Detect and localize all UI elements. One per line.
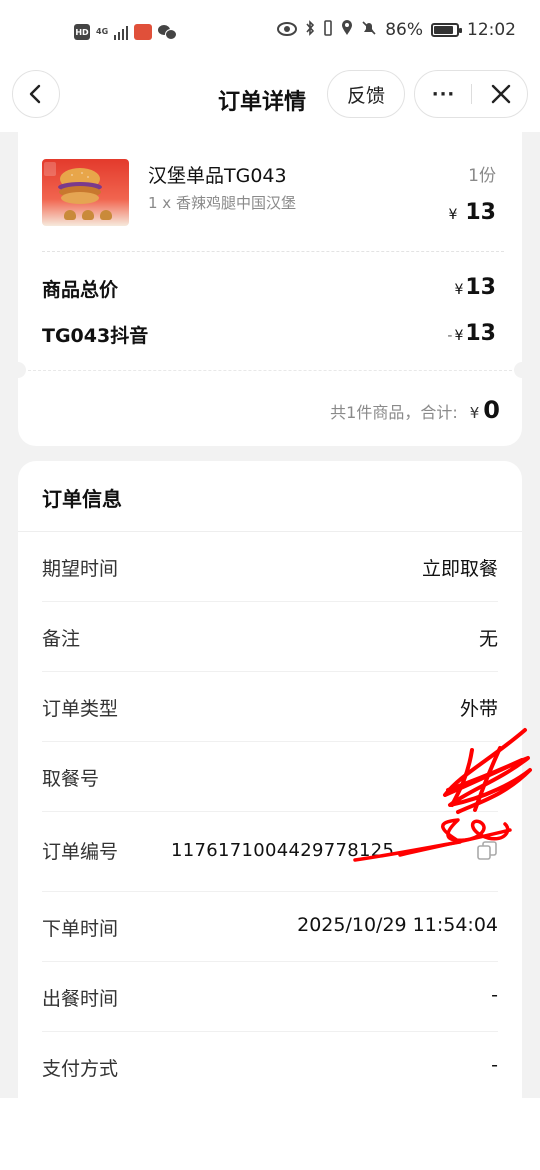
brand-badge xyxy=(44,162,56,176)
product-card: 汉堡单品TG043 1 x 香辣鸡腿中国汉堡 1份 ¥13 商品总价 ¥13 T… xyxy=(10,132,530,446)
goods-total-value: ¥13 xyxy=(454,275,496,300)
row-order-type: 订单类型 外带 xyxy=(42,672,498,742)
minus-sign: - xyxy=(447,328,453,344)
currency-symbol: ¥ xyxy=(454,282,464,298)
product-description: 1 x 香辣鸡腿中国汉堡 xyxy=(148,194,296,212)
discount-value: - ¥13 xyxy=(447,321,496,346)
vibrate-icon xyxy=(323,20,333,40)
wechat-icon xyxy=(158,24,178,40)
ticket-divider xyxy=(18,370,522,371)
order-number: 1176171004429778125 xyxy=(171,840,395,861)
order-info-card: 订单信息 期望时间 立即取餐 备注 无 订单类型 外带 取餐号 订单编号 117… xyxy=(18,461,522,1101)
order-total: 共1件商品，合计: ¥ 0 xyxy=(330,396,500,424)
total-amount: 0 xyxy=(483,396,500,424)
close-icon xyxy=(491,84,510,104)
row-value: 无 xyxy=(478,628,498,650)
row-value: - xyxy=(491,984,498,1006)
bluetooth-icon xyxy=(305,20,315,40)
row-label: 取餐号 xyxy=(42,768,100,790)
goods-total-label: 商品总价 xyxy=(42,279,119,301)
product-price-value: 13 xyxy=(465,200,496,225)
row-pickup-number: 取餐号 xyxy=(42,742,498,812)
battery-fill xyxy=(434,26,453,34)
mute-bell-icon xyxy=(361,20,377,40)
row-value: 2025/10/29 11:54:04 xyxy=(297,914,498,936)
row-value: - xyxy=(491,1054,498,1076)
row-expected-time: 期望时间 立即取餐 xyxy=(42,532,498,602)
location-icon xyxy=(341,20,353,40)
row-order-time: 下单时间 2025/10/29 11:54:04 xyxy=(42,892,498,962)
network-type: 4G xyxy=(96,27,109,36)
row-order-number: 订单编号 1176171004429778125 xyxy=(42,812,498,892)
mini-burger xyxy=(100,210,112,220)
copy-icon[interactable] xyxy=(476,840,498,862)
page-title: 订单详情 xyxy=(218,90,307,115)
product-price: ¥13 xyxy=(448,200,496,225)
chevron-left-icon xyxy=(29,84,41,104)
discount-amount: 13 xyxy=(465,321,496,346)
close-button[interactable] xyxy=(472,71,529,117)
currency-symbol: ¥ xyxy=(469,404,480,422)
signal-icon xyxy=(114,24,129,40)
row-value: 立即取餐 xyxy=(421,558,498,580)
row-label: 订单编号 xyxy=(42,841,119,863)
row-label: 出餐时间 xyxy=(42,988,119,1010)
battery-icon xyxy=(431,23,462,37)
status-right: 86% 12:02 xyxy=(277,20,516,40)
order-info-title: 订单信息 xyxy=(42,487,122,511)
row-value: 外带 xyxy=(459,698,498,720)
product-image xyxy=(42,159,129,226)
row-label: 下单时间 xyxy=(42,918,119,940)
status-bar: HD 4G 86% 12:02 xyxy=(0,0,540,64)
goods-total-amount: 13 xyxy=(465,275,496,300)
burger-picture xyxy=(58,168,102,204)
status-left: HD 4G xyxy=(74,24,178,40)
row-label: 期望时间 xyxy=(42,558,119,580)
clock: 12:02 xyxy=(467,20,516,40)
ticket-notch-left xyxy=(10,362,26,378)
nav-bar: 订单详情 反馈 ··· xyxy=(0,64,540,132)
divider xyxy=(42,251,504,252)
row-label: 备注 xyxy=(42,628,81,650)
row-label: 订单类型 xyxy=(42,698,119,720)
currency-symbol: ¥ xyxy=(454,328,464,344)
mini-burger xyxy=(64,210,76,220)
app-notification-icon xyxy=(134,24,153,40)
battery-percent: 86% xyxy=(385,20,423,40)
hd-badge: HD xyxy=(74,24,90,40)
product-quantity: 1份 xyxy=(468,166,496,186)
more-button[interactable]: ··· xyxy=(415,71,472,117)
feedback-button[interactable]: 反馈 xyxy=(327,70,405,118)
discount-label: TG043抖音 xyxy=(42,325,149,347)
currency-symbol: ¥ xyxy=(448,207,458,223)
row-payment-method: 支付方式 - xyxy=(42,1032,498,1102)
back-button[interactable] xyxy=(12,70,60,118)
ticket-notch-right xyxy=(514,362,530,378)
eye-icon xyxy=(277,21,298,40)
product-name: 汉堡单品TG043 xyxy=(148,165,287,187)
total-prefix: 共1件商品，合计: xyxy=(330,403,458,422)
mini-burger xyxy=(82,210,94,220)
bottom-area xyxy=(0,1098,540,1170)
row-label: 支付方式 xyxy=(42,1058,119,1080)
miniapp-capsule: ··· xyxy=(414,70,528,118)
row-remark: 备注 无 xyxy=(42,602,498,672)
row-serve-time: 出餐时间 - xyxy=(42,962,498,1032)
